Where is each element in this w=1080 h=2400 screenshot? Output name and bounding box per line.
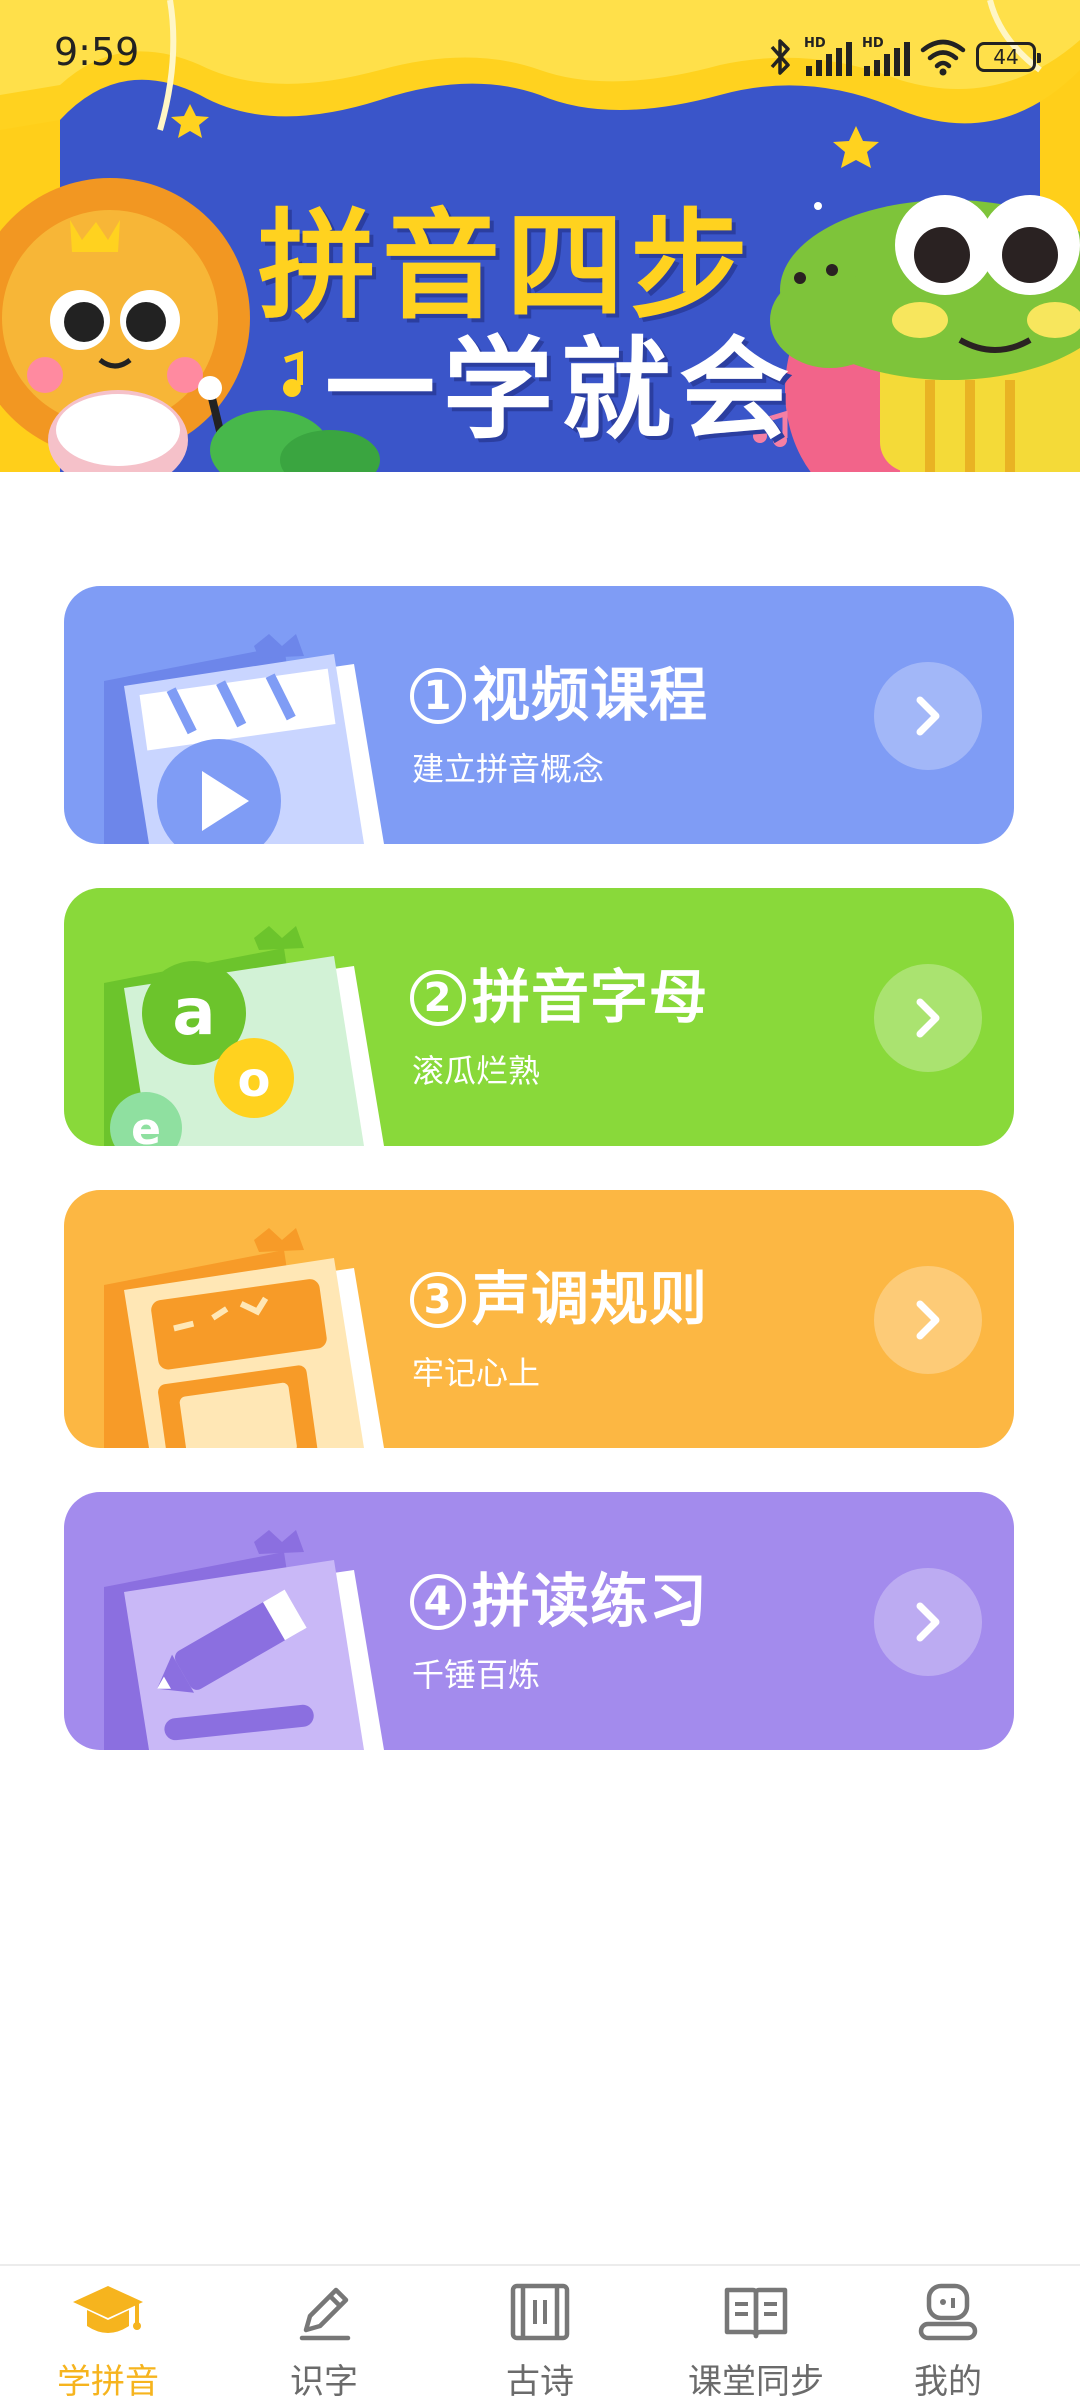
nav-label: 识字: [290, 2362, 358, 2400]
letter-o: o: [238, 1052, 271, 1108]
step-cards: 1 视频课程 建立拼音概念 a o e 2 拼音字母 滚瓜烂熟 3 声调规则 牢…: [64, 586, 1014, 1794]
battery-level: 44: [993, 45, 1019, 69]
pencil-book-icon: [104, 1530, 384, 1750]
bottom-nav: 学拼音 识字 古诗 课堂同步 我的: [0, 2264, 1080, 2400]
banner-title-line2: 一学就会: [325, 326, 797, 454]
nav-label: 我的: [914, 2362, 982, 2400]
status-bar: 9:59 HD HD 44: [0, 0, 1080, 110]
letter-e: e: [131, 1104, 161, 1146]
card-title: 4 拼读练习: [410, 1554, 708, 1638]
card-title-text: 拼音字母: [472, 963, 709, 1031]
card-pinyin-letters[interactable]: a o e 2 拼音字母 滚瓜烂熟: [64, 888, 1014, 1146]
open-book-icon: [724, 2287, 788, 2339]
step-number: 1: [410, 668, 466, 724]
card-subtitle: 千锤百炼: [412, 1656, 541, 1694]
nav-item-poems[interactable]: 古诗: [450, 2276, 630, 2400]
step-number: 4: [410, 1574, 466, 1630]
wifi-icon: [920, 39, 966, 76]
letters-book-icon: a o e: [104, 926, 384, 1146]
graduation-cap-icon: [73, 2286, 143, 2333]
screen: 拼音四步 一学就会 9:59 HD HD 44 1 视频课程 建立拼音概念 a …: [0, 0, 1080, 2400]
chevron-right-icon[interactable]: [874, 1266, 982, 1374]
nav-label: 学拼音: [57, 2362, 159, 2400]
card-title-text: 拼读练习: [472, 1567, 709, 1635]
card-subtitle: 建立拼音概念: [412, 750, 605, 788]
pencil-icon: [299, 2287, 351, 2341]
nav-item-class-sync[interactable]: 课堂同步: [666, 2276, 846, 2400]
card-reading-practice[interactable]: 4 拼读练习 千锤百炼: [64, 1492, 1014, 1750]
card-title-text: 视频课程: [472, 661, 709, 729]
chevron-right-icon[interactable]: [874, 1568, 982, 1676]
chevron-right-icon[interactable]: [874, 662, 982, 770]
nav-item-mine[interactable]: 我的: [858, 2276, 1038, 2400]
battery-icon: 44: [976, 42, 1041, 72]
status-icons: HD HD 44: [766, 34, 1041, 80]
nav-label: 课堂同步: [688, 2362, 824, 2400]
status-time: 9:59: [54, 30, 140, 74]
card-video-course[interactable]: 1 视频课程 建立拼音概念: [64, 586, 1014, 844]
robot-profile-icon: [918, 2283, 978, 2341]
card-title-text: 声调规则: [472, 1265, 709, 1333]
letter-a: a: [172, 976, 215, 1050]
card-title: 2 拼音字母: [410, 950, 708, 1034]
bluetooth-icon: [770, 39, 790, 75]
card-tone-rules[interactable]: 3 声调规则 牢记心上: [64, 1190, 1014, 1448]
nav-item-learn-pinyin[interactable]: 学拼音: [18, 2276, 198, 2400]
nav-label: 古诗: [506, 2362, 574, 2400]
card-title: 3 声调规则: [410, 1252, 708, 1336]
chevron-right-icon[interactable]: [874, 964, 982, 1072]
cellular-signal-icon-2: HD: [862, 36, 910, 78]
step-number: 2: [410, 970, 466, 1026]
nav-item-literacy[interactable]: 识字: [234, 2276, 414, 2400]
card-subtitle: 牢记心上: [412, 1354, 541, 1392]
video-book-icon: [104, 634, 384, 844]
tone-book-icon: [104, 1228, 384, 1448]
scroll-icon: [510, 2283, 570, 2341]
card-title: 1 视频课程: [410, 648, 708, 732]
card-subtitle: 滚瓜烂熟: [412, 1052, 541, 1090]
cellular-signal-icon: HD: [804, 36, 852, 78]
promo-banner[interactable]: 拼音四步 一学就会 9:59 HD HD 44: [0, 0, 1080, 472]
step-number: 3: [410, 1272, 466, 1328]
